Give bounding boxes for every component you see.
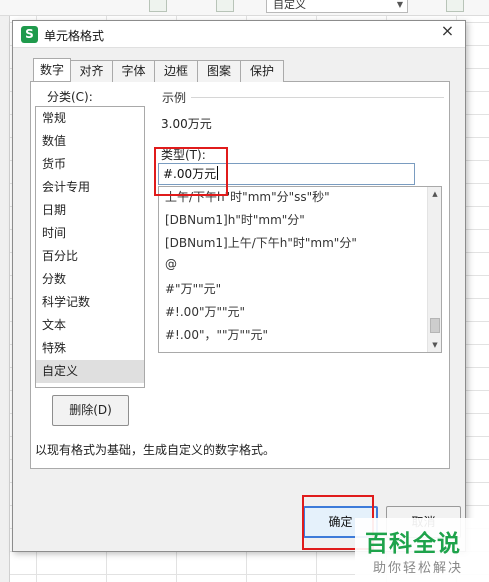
ribbon-tool-icon[interactable] <box>446 0 464 12</box>
category-item[interactable]: 百分比 <box>36 245 144 268</box>
format-code-list[interactable]: 上午/下午h"时"mm"分"ss"秒" [DBNum1]h"时"mm"分" [D… <box>158 186 442 353</box>
ribbon-strip: 自定义 ▼ <box>0 0 489 16</box>
sample-value: 3.00万元 <box>161 117 212 131</box>
category-item[interactable]: 特殊 <box>36 337 144 360</box>
ribbon-tool-icon[interactable] <box>149 0 167 12</box>
category-item[interactable]: 会计专用 <box>36 176 144 199</box>
tab-alignment[interactable]: 对齐 <box>70 60 113 82</box>
dialog-titlebar[interactable]: S 单元格格式 × <box>13 21 465 48</box>
format-code-item[interactable]: #!.00"，""万""元" <box>165 326 268 343</box>
category-item[interactable]: 科学记数 <box>36 291 144 314</box>
format-description: 以现有格式为基础，生成自定义的数字格式。 <box>35 443 276 457</box>
category-item-custom[interactable]: 自定义 <box>36 360 144 383</box>
format-code-item[interactable]: #!.00"万""元" <box>165 303 245 320</box>
tab-pattern[interactable]: 图案 <box>197 60 241 82</box>
watermark: 百科全说 助你轻松解决 <box>355 518 489 582</box>
category-item[interactable]: 数值 <box>36 130 144 153</box>
format-code-item[interactable]: [DBNum1]h"时"mm"分" <box>165 211 305 228</box>
wps-app-icon: S <box>21 26 38 43</box>
tab-protection[interactable]: 保护 <box>240 60 284 82</box>
tab-font[interactable]: 字体 <box>112 60 155 82</box>
tab-number[interactable]: 数字 <box>33 58 71 81</box>
scroll-up-arrow-icon[interactable]: ▲ <box>428 187 441 201</box>
format-code-item[interactable]: #"万""元" <box>165 280 221 297</box>
sample-divider <box>191 97 444 98</box>
format-code-item[interactable]: @ <box>165 257 177 271</box>
category-item[interactable]: 文本 <box>36 314 144 337</box>
annotation-highlight-type <box>154 147 228 196</box>
dialog-title: 单元格格式 <box>44 29 105 43</box>
ribbon-tool-icon[interactable] <box>216 0 234 12</box>
category-list[interactable]: 常规 数值 货币 会计专用 日期 时间 百分比 分数 科学记数 文本 特殊 自定… <box>35 106 145 388</box>
scrollbar-thumb[interactable] <box>430 318 440 333</box>
format-code-item[interactable]: [DBNum1]上午/下午h"时"mm"分" <box>165 234 357 251</box>
number-format-combo[interactable]: 自定义 ▼ <box>266 0 408 13</box>
scroll-down-arrow-icon[interactable]: ▼ <box>428 338 441 352</box>
row-header <box>0 16 10 582</box>
category-label: 分类(C): <box>47 90 93 104</box>
category-item[interactable]: 常规 <box>36 107 144 130</box>
close-icon[interactable]: × <box>430 21 465 41</box>
sample-label: 示例 <box>162 91 187 105</box>
chevron-down-icon: ▼ <box>396 0 403 9</box>
format-cells-dialog: S 单元格格式 × 数字 对齐 字体 边框 图案 保护 分类(C): 常规 数值… <box>12 20 466 552</box>
category-item[interactable]: 时间 <box>36 222 144 245</box>
category-item[interactable]: 分数 <box>36 268 144 291</box>
watermark-subtitle: 助你轻松解决 <box>373 561 464 576</box>
watermark-title: 百科全说 <box>365 531 461 557</box>
delete-button[interactable]: 删除(D) <box>52 395 129 426</box>
tab-border[interactable]: 边框 <box>154 60 198 82</box>
category-item[interactable]: 日期 <box>36 199 144 222</box>
category-item[interactable]: 货币 <box>36 153 144 176</box>
format-list-scrollbar[interactable]: ▲ ▼ <box>427 187 441 352</box>
number-format-combo-value: 自定义 <box>273 0 306 11</box>
